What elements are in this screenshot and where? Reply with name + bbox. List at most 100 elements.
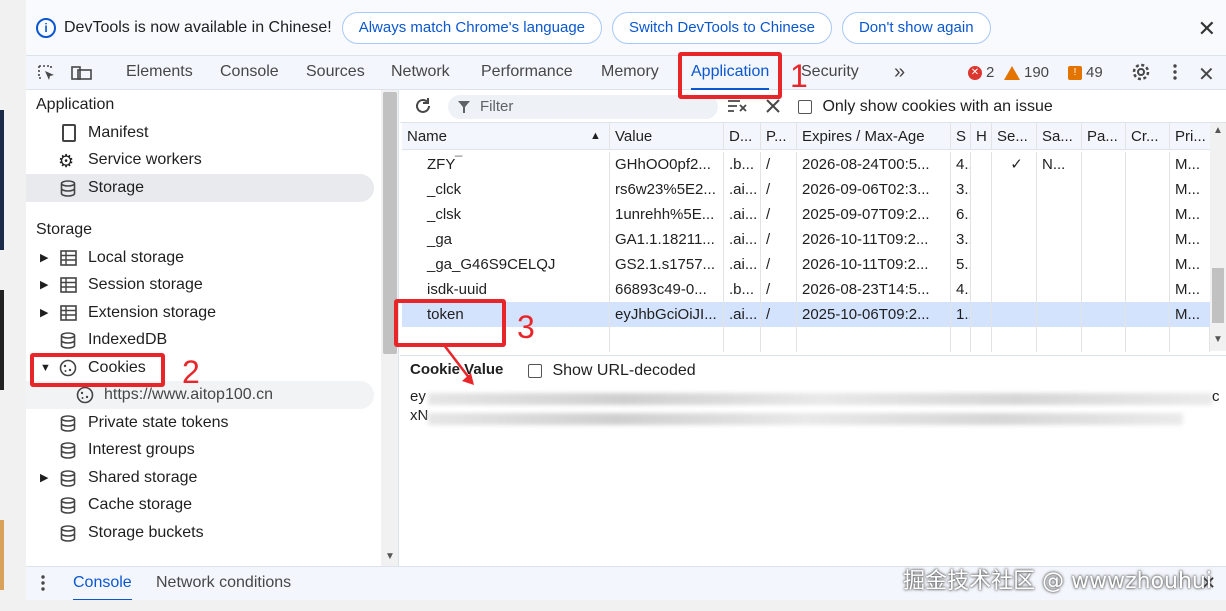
cell-partition-key [1082, 202, 1126, 227]
cell-empty [1170, 327, 1210, 352]
sidebar-item-interest-groups[interactable]: Interest groups [26, 436, 371, 464]
cell-size: 5... [951, 252, 971, 277]
tab-performance[interactable]: Performance [481, 56, 573, 90]
column-header-path[interactable]: P... [761, 123, 797, 150]
cell-name: _ga [402, 227, 610, 252]
column-header-httponly[interactable]: H [971, 123, 992, 150]
sidebar-item-label: Storage buckets [88, 524, 204, 541]
table-scrollbar[interactable]: ▲ ▼ [1210, 123, 1226, 351]
cell-domain: .ai... [724, 227, 761, 252]
cell-expires: 2025-10-06T09:2... [797, 302, 951, 327]
sidebar-item-shared-storage[interactable]: ▶ Shared storage [26, 464, 371, 492]
table-row[interactable]: ZFY GHhOO0pf2... .b.../2026-08-24T00:5... 4… [402, 152, 1210, 177]
cell-priority: M... [1175, 181, 1200, 198]
column-header-name[interactable]: Name ▲ [402, 123, 610, 150]
expand-arrow-icon[interactable]: ▶ [40, 271, 48, 299]
column-header-domain[interactable]: D... [724, 123, 761, 150]
scroll-up-arrow-icon[interactable]: ▲ [1213, 125, 1223, 136]
tab-sources[interactable]: Sources [306, 56, 365, 90]
cell-size: 1... [951, 302, 971, 327]
inspect-element-icon[interactable] [37, 64, 57, 82]
sidebar-item-cache-storage[interactable]: Cache storage [26, 491, 371, 519]
refresh-icon[interactable] [414, 97, 432, 115]
drawer-tab-console[interactable]: Console [73, 567, 132, 601]
table-row[interactable]: _ga GA1.1.18211... .ai.../2026-10-11T09:2.… [402, 227, 1210, 252]
cell-httponly [971, 152, 992, 177]
blurred-cookie-value [428, 413, 1183, 425]
annotation-box-application-tab [678, 52, 782, 99]
sidebar-item-storage[interactable]: Storage [26, 174, 374, 202]
expand-arrow-icon[interactable]: ▶ [40, 464, 48, 492]
cell-value: GS2.1.s1757... [610, 252, 724, 277]
close-devtools-icon[interactable]: ✕ [1198, 62, 1218, 86]
clear-filtered-icon[interactable] [728, 99, 748, 113]
cell-name: _ga_G46S9CELQJ [402, 252, 610, 277]
column-header-cross-site[interactable]: Cr... [1126, 123, 1170, 150]
column-header-expires[interactable]: Expires / Max-Age [797, 123, 951, 150]
sidebar-item-service-workers[interactable]: ⚙ Service workers [26, 146, 371, 174]
scroll-down-arrow-icon[interactable]: ▼ [1213, 334, 1223, 345]
cell-cross-site [1126, 202, 1170, 227]
tab-elements[interactable]: Elements [126, 56, 193, 90]
table-row[interactable]: _clck rs6w23%5E2... .ai.../2026-09-06T02:3… [402, 177, 1210, 202]
tab-memory[interactable]: Memory [601, 56, 659, 90]
scroll-down-arrow-icon[interactable]: ▼ [385, 551, 395, 562]
table-row[interactable]: _ga_G46S9CELQJ GS2.1.s1757... .ai.../2026-… [402, 252, 1210, 277]
show-url-decoded-checkbox[interactable]: Show URL-decoded [528, 362, 696, 380]
cell-secure [992, 252, 1037, 277]
watermark: 掘金技术社区 @ wwwzhouhui [903, 569, 1212, 594]
switch-to-chinese-button[interactable]: Switch DevTools to Chinese [612, 11, 832, 44]
cell-value: 1unrehh%5E... [610, 202, 724, 227]
sidebar-item-extension-storage[interactable]: ▶ Extension storage [26, 299, 371, 327]
tab-console[interactable]: Console [220, 56, 279, 90]
cell-name: _clck [402, 177, 610, 202]
gear-icon[interactable] [1131, 62, 1151, 81]
sidebar-item-label: Storage [88, 179, 145, 196]
sidebar-item-indexeddb[interactable]: IndexedDB [26, 326, 371, 354]
filter-input[interactable]: Filter [448, 95, 718, 119]
cell-samesite [1037, 252, 1082, 277]
expand-arrow-icon[interactable]: ▶ [40, 244, 48, 272]
always-match-language-button[interactable]: Always match Chrome's language [341, 11, 603, 44]
column-header-samesite[interactable]: Sa... [1037, 123, 1082, 150]
tab-security[interactable]: Security [801, 56, 859, 90]
sort-ascending-icon: ▲ [590, 130, 601, 142]
checkbox[interactable] [528, 363, 542, 378]
more-tabs-icon[interactable]: » [894, 56, 905, 90]
device-toolbar-icon[interactable] [71, 64, 92, 82]
sidebar-item-storage-buckets[interactable]: Storage buckets [26, 519, 371, 547]
warning-count[interactable]: 190 [1004, 64, 1049, 81]
column-header-priority[interactable]: Pri... [1170, 123, 1210, 150]
table-row[interactable]: isdk-uuid 66893c49-0... .b.../2026-08-23T1… [402, 277, 1210, 302]
sidebar-item-session-storage[interactable]: ▶ Session storage [26, 271, 371, 299]
clear-all-icon[interactable] [766, 99, 780, 113]
column-header-partition-key[interactable]: Pa... [1082, 123, 1126, 150]
error-count[interactable]: ✕ 2 [968, 64, 994, 81]
kebab-menu-icon[interactable] [1172, 63, 1192, 81]
tab-network[interactable]: Network [391, 56, 450, 90]
cell-path: / [761, 252, 797, 277]
close-icon[interactable]: ✕ [1198, 16, 1216, 42]
sidebar-item-private-state-tokens[interactable]: Private state tokens [26, 409, 371, 437]
sidebar-item-local-storage[interactable]: ▶ Local storage [26, 244, 371, 272]
table-icon [60, 250, 77, 266]
cell-value: GA1.1.18211... [610, 227, 724, 252]
column-header-size[interactable]: S [951, 123, 971, 150]
drawer-menu-icon[interactable] [40, 574, 46, 597]
column-header-secure[interactable]: Se... [992, 123, 1037, 150]
language-infobar: i DevTools is now available in Chinese! … [26, 0, 1226, 56]
sidebar-item-manifest[interactable]: Manifest [26, 119, 371, 147]
filter-placeholder: Filter [480, 98, 514, 115]
drawer-tab-network-conditions[interactable]: Network conditions [156, 567, 291, 601]
expand-arrow-icon[interactable]: ▶ [40, 299, 48, 327]
cell-partition-key [1082, 277, 1126, 302]
database-icon [60, 332, 76, 349]
table-row[interactable]: _clsk 1unrehh%5E... .ai.../2025-09-07T09:2… [402, 202, 1210, 227]
only-issues-checkbox[interactable]: Only show cookies with an issue [798, 98, 1053, 116]
dont-show-again-button[interactable]: Don't show again [841, 11, 991, 44]
checkbox[interactable] [798, 99, 812, 114]
cell-value: eyJhbGciOiJI... [610, 302, 724, 327]
issue-count[interactable]: ! 49 [1068, 64, 1103, 81]
column-header-value[interactable]: Value [610, 123, 724, 150]
scrollbar-thumb[interactable] [1212, 268, 1224, 323]
